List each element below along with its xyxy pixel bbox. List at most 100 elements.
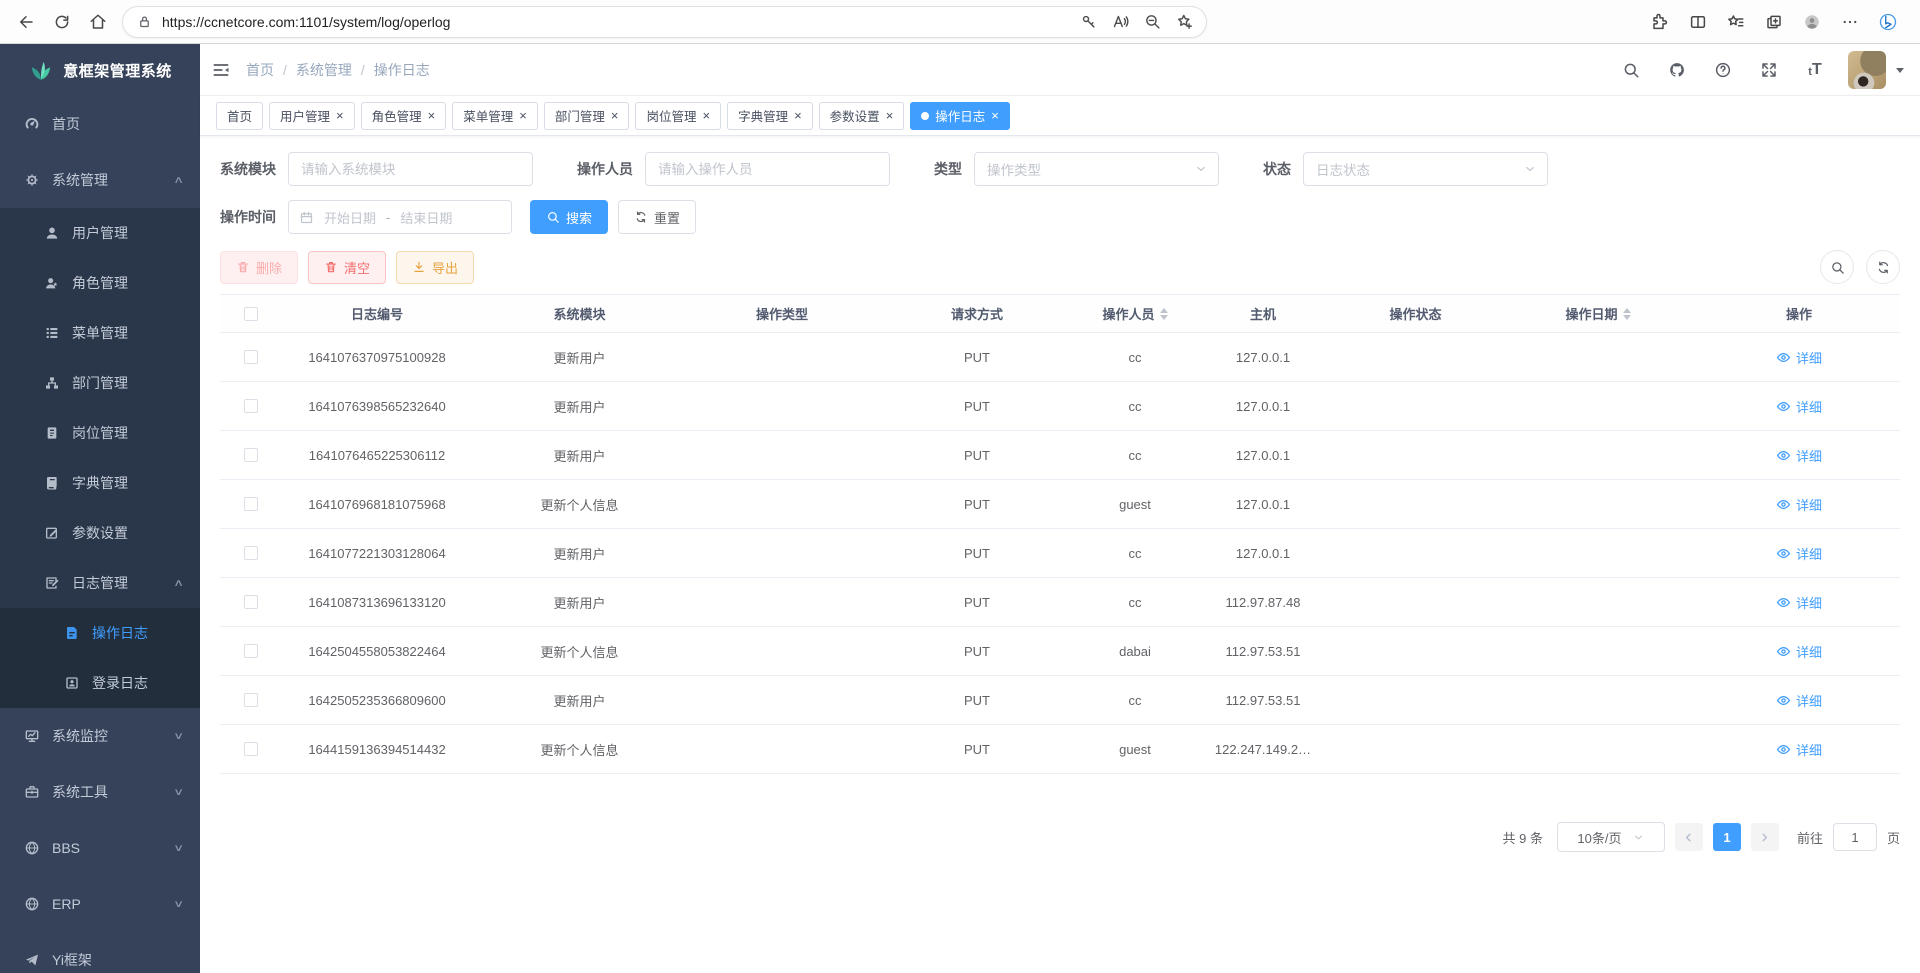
split-screen-button[interactable] bbox=[1680, 5, 1716, 39]
extensions-button[interactable] bbox=[1642, 5, 1678, 39]
delete-button[interactable]: 删除 bbox=[220, 251, 298, 284]
row-checkbox[interactable] bbox=[244, 448, 258, 462]
page-size-select[interactable]: 10条/页 bbox=[1557, 822, 1665, 852]
sidebar-item-erp[interactable]: ERP ∨ bbox=[0, 876, 200, 932]
close-icon[interactable]: × bbox=[991, 109, 999, 122]
sidebar-item-menu-management[interactable]: 菜单管理 bbox=[0, 308, 200, 358]
favorite-button[interactable] bbox=[1168, 7, 1200, 37]
settings-more-button[interactable] bbox=[1832, 5, 1868, 39]
tab-department-management[interactable]: 部门管理 × bbox=[544, 102, 630, 130]
type-select[interactable]: 操作类型 bbox=[974, 152, 1219, 186]
close-icon[interactable]: × bbox=[611, 109, 619, 122]
sidebar-item-post-management[interactable]: 岗位管理 bbox=[0, 408, 200, 458]
close-icon[interactable]: × bbox=[428, 109, 436, 122]
sort-caret-icon[interactable] bbox=[1623, 308, 1631, 320]
close-icon[interactable]: × bbox=[336, 109, 344, 122]
row-checkbox[interactable] bbox=[244, 595, 258, 609]
sidebar-item-yi-framework[interactable]: Yi框架 bbox=[0, 932, 200, 973]
url-text[interactable]: https://ccnetcore.com:1101/system/log/op… bbox=[162, 14, 1072, 30]
breadcrumb-item[interactable]: / 操作日志 bbox=[352, 60, 430, 80]
collections-button[interactable] bbox=[1756, 5, 1792, 39]
sidebar-item-login-log[interactable]: 登录日志 bbox=[0, 658, 200, 708]
detail-link[interactable]: 详细 bbox=[1776, 593, 1822, 612]
github-button[interactable] bbox=[1656, 49, 1698, 91]
module-input[interactable] bbox=[288, 152, 533, 186]
status-select[interactable]: 日志状态 bbox=[1303, 152, 1548, 186]
detail-link[interactable]: 详细 bbox=[1776, 446, 1822, 465]
next-page-button[interactable] bbox=[1751, 823, 1779, 851]
close-icon[interactable]: × bbox=[886, 109, 894, 122]
row-checkbox[interactable] bbox=[244, 693, 258, 707]
profile-button[interactable] bbox=[1794, 5, 1830, 39]
page-number-1[interactable]: 1 bbox=[1713, 823, 1741, 851]
breadcrumb-item[interactable]: 首页 bbox=[246, 60, 274, 80]
tab-post-management[interactable]: 岗位管理 × bbox=[635, 102, 721, 130]
operator-input[interactable] bbox=[645, 152, 890, 186]
row-checkbox[interactable] bbox=[244, 644, 258, 658]
detail-link[interactable]: 详细 bbox=[1776, 691, 1822, 710]
search-button[interactable]: 搜索 bbox=[530, 200, 608, 234]
close-icon[interactable]: × bbox=[519, 109, 527, 122]
app-logo[interactable]: 意框架管理系统 bbox=[0, 44, 200, 96]
detail-link[interactable]: 详细 bbox=[1776, 495, 1822, 514]
row-checkbox[interactable] bbox=[244, 546, 258, 560]
close-icon[interactable]: × bbox=[794, 109, 802, 122]
home-button[interactable] bbox=[80, 5, 116, 39]
read-aloud-button[interactable] bbox=[1104, 7, 1136, 37]
header-search-button[interactable] bbox=[1610, 49, 1652, 91]
tab-operation-log[interactable]: 操作日志 × bbox=[910, 102, 1010, 130]
detail-link[interactable]: 详细 bbox=[1776, 348, 1822, 367]
tab-role-management[interactable]: 角色管理 × bbox=[361, 102, 447, 130]
password-button[interactable] bbox=[1072, 7, 1104, 37]
row-checkbox[interactable] bbox=[244, 742, 258, 756]
back-button[interactable] bbox=[8, 5, 44, 39]
tab-home[interactable]: 首页 bbox=[216, 102, 263, 130]
sidebar-item-role-management[interactable]: 角色管理 bbox=[0, 258, 200, 308]
prev-page-button[interactable] bbox=[1675, 823, 1703, 851]
export-button[interactable]: 导出 bbox=[396, 251, 474, 284]
sidebar-collapse-button[interactable] bbox=[200, 49, 242, 91]
font-size-button[interactable]: tT bbox=[1794, 49, 1836, 91]
address-bar[interactable]: https://ccnetcore.com:1101/system/log/op… bbox=[122, 6, 1207, 38]
sort-caret-icon[interactable] bbox=[1160, 308, 1168, 320]
sidebar-item-home[interactable]: 首页 bbox=[0, 96, 200, 152]
row-checkbox[interactable] bbox=[244, 350, 258, 364]
row-checkbox[interactable] bbox=[244, 399, 258, 413]
refresh-button[interactable] bbox=[44, 5, 80, 39]
tab-user-management[interactable]: 用户管理 × bbox=[269, 102, 355, 130]
sidebar-item-department-management[interactable]: 部门管理 bbox=[0, 358, 200, 408]
user-avatar[interactable] bbox=[1848, 51, 1886, 89]
help-button[interactable] bbox=[1702, 49, 1744, 91]
tab-menu-management[interactable]: 菜单管理 × bbox=[452, 102, 538, 130]
sidebar-item-user-management[interactable]: 用户管理 bbox=[0, 208, 200, 258]
detail-link[interactable]: 详细 bbox=[1776, 397, 1822, 416]
sidebar-item-system-management[interactable]: 系统管理 ∧ bbox=[0, 152, 200, 208]
bing-chat-button[interactable] bbox=[1870, 5, 1906, 39]
sidebar-item-parameter-settings[interactable]: 参数设置 bbox=[0, 508, 200, 558]
sidebar-item-dictionary-management[interactable]: 字典管理 bbox=[0, 458, 200, 508]
select-all-checkbox[interactable] bbox=[244, 307, 258, 321]
tab-parameter-settings[interactable]: 参数设置 × bbox=[819, 102, 905, 130]
sidebar-item-bbs[interactable]: BBS ∨ bbox=[0, 820, 200, 876]
close-icon[interactable]: × bbox=[702, 109, 710, 122]
sidebar-item-system-monitor[interactable]: 系统监控 ∨ bbox=[0, 708, 200, 764]
fullscreen-button[interactable] bbox=[1748, 49, 1790, 91]
breadcrumb-item[interactable]: / 系统管理 bbox=[274, 60, 352, 80]
sidebar-item-system-tools[interactable]: 系统工具 ∨ bbox=[0, 764, 200, 820]
row-checkbox[interactable] bbox=[244, 497, 258, 511]
table-refresh-button[interactable] bbox=[1866, 250, 1900, 284]
detail-link[interactable]: 详细 bbox=[1776, 544, 1822, 563]
clear-button[interactable]: 清空 bbox=[308, 251, 386, 284]
tab-dictionary-management[interactable]: 字典管理 × bbox=[727, 102, 813, 130]
reset-button[interactable]: 重置 bbox=[618, 200, 696, 234]
sidebar-item-operation-log[interactable]: 操作日志 bbox=[0, 608, 200, 658]
table-search-toggle-button[interactable] bbox=[1820, 250, 1854, 284]
detail-link[interactable]: 详细 bbox=[1776, 740, 1822, 759]
goto-page-input[interactable] bbox=[1833, 823, 1877, 851]
detail-link[interactable]: 详细 bbox=[1776, 642, 1822, 661]
caret-down-icon[interactable] bbox=[1896, 68, 1904, 77]
sidebar-item-log-management[interactable]: 日志管理 ∧ bbox=[0, 558, 200, 608]
date-range-picker[interactable]: 开始日期 - 结束日期 bbox=[288, 200, 512, 234]
favorites-button[interactable] bbox=[1718, 5, 1754, 39]
zoom-out-button[interactable] bbox=[1136, 7, 1168, 37]
